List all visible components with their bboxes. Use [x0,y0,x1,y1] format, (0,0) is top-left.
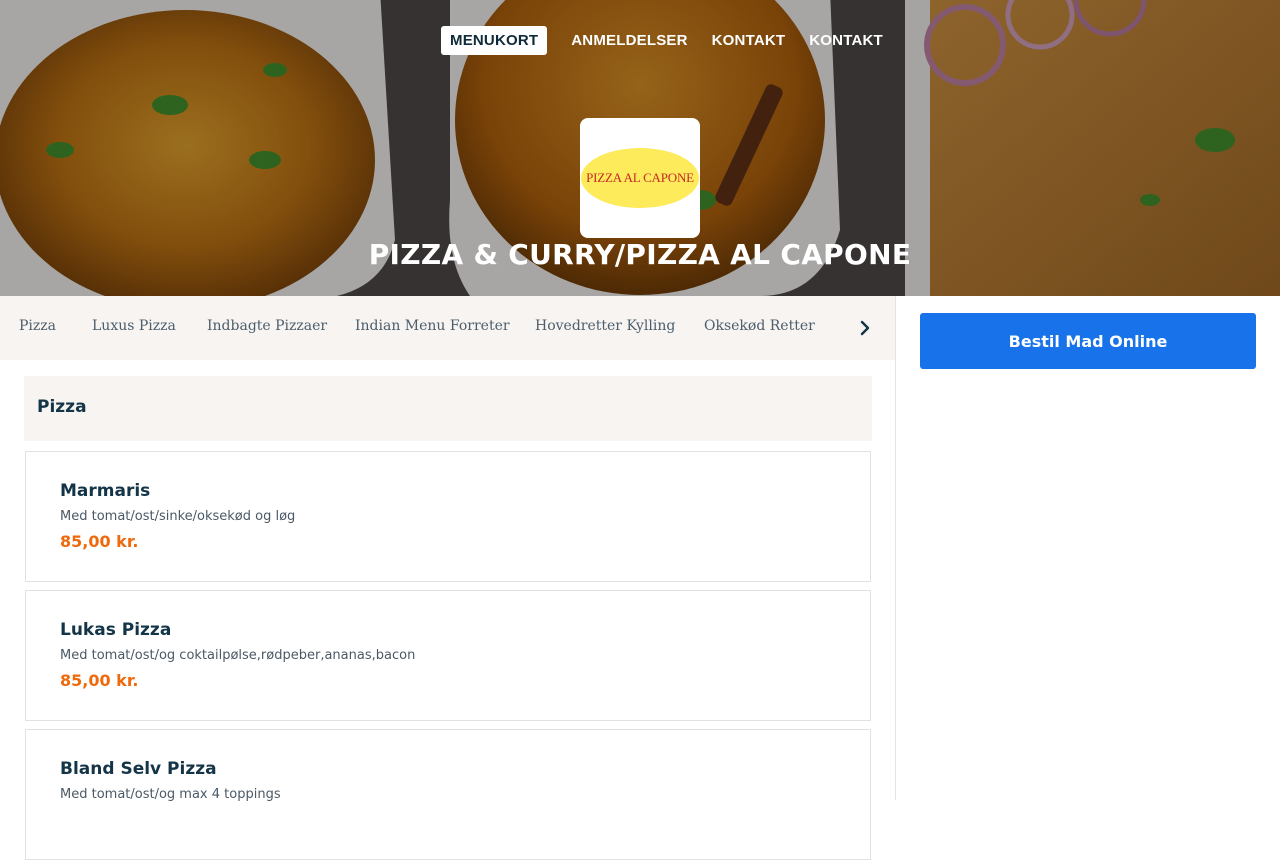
restaurant-title: PIZZA & CURRY/PIZZA AL CAPONE [368,238,912,271]
order-online-button[interactable]: Bestil Mad Online [920,313,1256,369]
top-navigation: MENUKORT ANMELDELSER KONTAKT KONTAKT [441,26,895,55]
menu-section-title: Pizza [37,397,87,417]
category-indian-menu-forreter[interactable]: Indian Menu Forreter [355,318,510,334]
menu-item-price: 85,00 kr. [60,671,139,690]
nav-item-kontakt[interactable]: KONTAKT [700,26,798,55]
menu-item-price: 85,00 kr. [60,532,139,551]
menu-section-header: Pizza [24,376,872,441]
category-indbagte-pizzaer[interactable]: Indbagte Pizzaer [207,318,327,334]
menu-item-name: Lukas Pizza [60,620,172,640]
logo-text: PIZZA AL CAPONE [586,170,694,185]
menu-item-name: Marmaris [60,481,151,501]
category-oksekod-retter[interactable]: Oksekød Retter [704,318,815,334]
nav-item-anmeldelser[interactable]: ANMELDELSER [559,26,699,55]
restaurant-logo: PIZZA AL CAPONE [580,118,700,238]
chevron-right-icon[interactable] [853,316,877,340]
category-hovedretter-kylling[interactable]: Hovedretter Kylling [535,318,675,334]
menu-item[interactable]: Lukas Pizza Med tomat/ost/og coktailpøls… [25,590,871,721]
hero-banner: MENUKORT ANMELDELSER KONTAKT KONTAKT PIZ… [0,0,1280,296]
category-luxus-pizza[interactable]: Luxus Pizza [92,318,176,334]
menu-item-description: Med tomat/ost/og coktailpølse,rødpeber,a… [60,648,416,663]
nav-item-menukort[interactable]: MENUKORT [441,26,548,55]
category-pizza[interactable]: Pizza [19,318,56,334]
logo-oval: PIZZA AL CAPONE [581,148,699,208]
menu-item[interactable]: Marmaris Med tomat/ost/sinke/oksekød og … [25,451,871,582]
menu-item[interactable]: Bland Selv Pizza Med tomat/ost/og max 4 … [25,729,871,860]
nav-item-kontakt-2[interactable]: KONTAKT [797,26,895,55]
menu-item-description: Med tomat/ost/sinke/oksekød og løg [60,509,296,524]
category-bar: Pizza Luxus Pizza Indbagte Pizzaer India… [0,296,895,360]
menu-item-name: Bland Selv Pizza [60,759,217,779]
column-divider [895,296,896,800]
